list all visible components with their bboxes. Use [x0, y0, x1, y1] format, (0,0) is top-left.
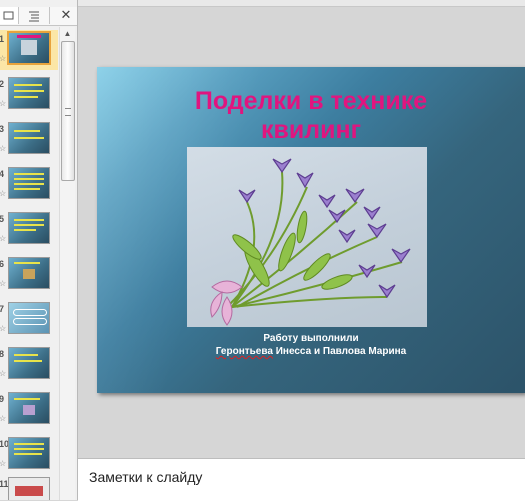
slide-number: 2 [0, 79, 5, 89]
slide-preview [8, 77, 50, 109]
current-slide[interactable]: Поделки в технике квилинг Работу выполни… [97, 67, 525, 393]
slide-number: 1 [0, 34, 5, 44]
credit-line-2: Геронтьева Инесса и Павлова Марина [97, 345, 525, 358]
slide-title[interactable]: Поделки в технике квилинг [97, 87, 525, 145]
thumbnail-slide-3[interactable]: 3 ☆ [0, 120, 58, 160]
close-pane-button[interactable]: ✕ [58, 7, 74, 24]
thumbnail-slide-2[interactable]: 2 ☆ [0, 75, 58, 115]
slide-credits[interactable]: Работу выполнили Геронтьева Инесса и Пав… [97, 332, 525, 358]
slide-number: 6 [0, 259, 5, 269]
thumbnail-slide-5[interactable]: 5 ☆ [0, 210, 58, 250]
thumbnail-slide-7[interactable]: 7 ☆ [0, 300, 58, 340]
outline-tab-icon [29, 11, 39, 22]
slide-preview [8, 477, 50, 500]
speaker-notes-pane[interactable]: Заметки к слайду [78, 458, 525, 501]
transition-icon: ☆ [0, 459, 7, 468]
slide-number: 4 [0, 169, 5, 179]
slide-preview [8, 437, 50, 469]
thumbnail-list: 1 ☆ 2 ☆ 3 ☆ 4 ☆ 5 ☆ 6 ☆ 7 ☆ 8 ☆ 9 ☆ 10 ☆… [0, 27, 58, 500]
slide-number: 8 [0, 349, 5, 359]
scroll-up-icon[interactable]: ▲ [62, 29, 73, 39]
slide-preview [8, 257, 50, 289]
scrollbar-thumb[interactable] [61, 41, 75, 181]
thumbnail-slide-11[interactable]: 11 [0, 475, 58, 500]
thumbnail-slide-1[interactable]: 1 ☆ [0, 30, 58, 70]
slide-number: 5 [0, 214, 5, 224]
transition-icon: ☆ [0, 144, 7, 153]
slide-preview [8, 122, 50, 154]
title-line-1: Поделки в технике [194, 87, 428, 115]
quilling-flowers-image[interactable] [187, 147, 427, 327]
slide-preview [8, 302, 50, 334]
slide-preview [8, 212, 50, 244]
transition-icon: ☆ [0, 324, 7, 333]
transition-icon: ☆ [0, 414, 7, 423]
slide-number: 3 [0, 124, 5, 134]
transition-icon: ☆ [0, 234, 7, 243]
slide-preview [8, 392, 50, 424]
thumbnail-slide-10[interactable]: 10 ☆ [0, 435, 58, 475]
close-icon: ✕ [60, 7, 72, 22]
transition-icon: ☆ [0, 99, 7, 108]
credit-line-1: Работу выполнили [263, 333, 359, 344]
outline-tab[interactable] [19, 7, 50, 24]
slide-preview [8, 347, 50, 379]
title-line-2: квилинг [260, 116, 361, 144]
credit-surname: Геронтьева [215, 346, 273, 357]
slide-thumbnails-pane: ✕ 1 ☆ 2 ☆ 3 ☆ 4 ☆ 5 ☆ 6 ☆ 7 ☆ 8 ☆ 9 ☆ 10… [0, 0, 78, 500]
slide-number: 9 [0, 394, 5, 404]
thumbnail-slide-8[interactable]: 8 ☆ [0, 345, 58, 385]
transition-icon: ☆ [0, 54, 7, 63]
pane-tabs: ✕ [0, 7, 77, 26]
slides-tab[interactable] [0, 7, 19, 24]
slide-number: 7 [0, 304, 5, 314]
flower-bouquet-picture [210, 158, 411, 326]
thumbnail-slide-6[interactable]: 6 ☆ [0, 255, 58, 295]
ruler [78, 0, 525, 7]
thumbnail-scrollbar[interactable]: ▲ [59, 27, 75, 500]
thumbnail-slide-4[interactable]: 4 ☆ [0, 165, 58, 205]
slide-preview [8, 167, 50, 199]
transition-icon: ☆ [0, 189, 7, 198]
slides-tab-icon [3, 11, 14, 20]
slide-preview [7, 31, 51, 65]
transition-icon: ☆ [0, 369, 7, 378]
thumbnail-slide-9[interactable]: 9 ☆ [0, 390, 58, 430]
transition-icon: ☆ [0, 279, 7, 288]
credit-names: Инесса и Павлова Марина [272, 346, 407, 357]
notes-placeholder[interactable]: Заметки к слайду [89, 469, 202, 485]
